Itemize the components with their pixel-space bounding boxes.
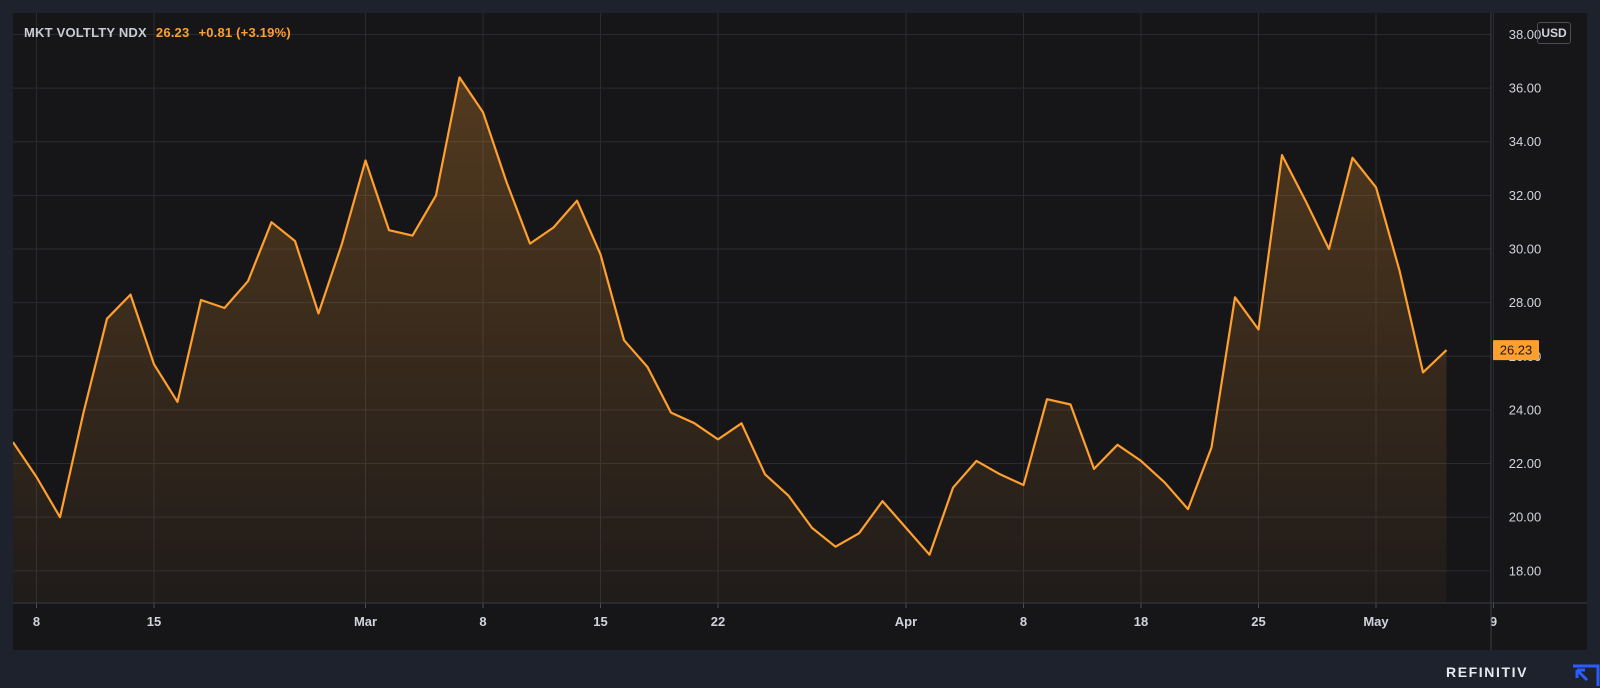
data-point [1234, 296, 1236, 298]
data-point [1351, 157, 1353, 159]
y-tick-label: 22.00 [1509, 456, 1542, 471]
data-point [1116, 444, 1118, 446]
series-area [13, 77, 1447, 603]
x-tick-label: 15 [147, 614, 161, 629]
y-tick-label: 34.00 [1509, 134, 1542, 149]
data-point [1281, 154, 1283, 156]
data-point [341, 242, 343, 244]
data-point [1422, 371, 1424, 373]
data-point [764, 473, 766, 475]
data-point [717, 438, 719, 440]
x-tick-label: 15 [593, 614, 607, 629]
data-point [1187, 508, 1189, 510]
data-point [388, 229, 390, 231]
data-point [881, 500, 883, 502]
data-point [294, 240, 296, 242]
brand-name: REFINITIV [1446, 664, 1529, 680]
legend-change: +0.81 (+3.19%) [198, 25, 291, 40]
data-point [1022, 484, 1024, 486]
y-tick-label: 32.00 [1509, 188, 1542, 203]
data-point [1375, 186, 1377, 188]
data-point [1257, 328, 1259, 330]
y-tick-label: 20.00 [1509, 510, 1542, 525]
data-point [1445, 349, 1447, 351]
data-point [35, 476, 37, 478]
data-point [1093, 468, 1095, 470]
data-point [1140, 460, 1142, 462]
data-point [670, 411, 672, 413]
data-point [1069, 403, 1071, 405]
data-point [834, 545, 836, 547]
data-point [411, 234, 413, 236]
data-point [247, 280, 249, 282]
data-point [129, 293, 131, 295]
data-point [1304, 200, 1306, 202]
data-point [599, 253, 601, 255]
data-point [59, 516, 61, 518]
data-point [646, 366, 648, 368]
x-tick-label: May [1363, 614, 1389, 629]
data-point [223, 307, 225, 309]
data-point [482, 111, 484, 113]
y-tick-label: 28.00 [1509, 295, 1542, 310]
x-tick-label: 8 [1020, 614, 1027, 629]
x-tick-label: 25 [1251, 614, 1265, 629]
data-point [1328, 248, 1330, 250]
data-point [1398, 269, 1400, 271]
x-tick-label: Mar [354, 614, 377, 629]
data-point [529, 242, 531, 244]
data-point [364, 159, 366, 161]
data-point [153, 363, 155, 365]
y-tick-label: 24.00 [1509, 402, 1542, 417]
y-tick-label: 36.00 [1509, 81, 1542, 96]
data-point [1210, 446, 1212, 448]
data-point [576, 200, 578, 202]
data-point [952, 486, 954, 488]
data-point [928, 554, 930, 556]
data-point [858, 532, 860, 534]
y-tick-label: 18.00 [1509, 563, 1542, 578]
line-chart[interactable]: 18.0020.0022.0024.0026.0028.0030.0032.00… [13, 13, 1587, 650]
data-point [176, 401, 178, 403]
x-tick-label: 18 [1134, 614, 1148, 629]
data-point [270, 221, 272, 223]
data-point [740, 422, 742, 424]
data-point [1046, 398, 1048, 400]
data-point [787, 495, 789, 497]
data-point [200, 299, 202, 301]
legend-symbol: MKT VOLTLTY NDX [24, 25, 147, 40]
chart-legend: MKT VOLTLTY NDX 26.23 +0.81 (+3.19%) [24, 25, 291, 40]
data-point [1163, 481, 1165, 483]
x-tick-label: Apr [895, 614, 917, 629]
y-tick-label: 30.00 [1509, 242, 1542, 257]
data-point [811, 527, 813, 529]
refinitiv-logo-icon [1573, 664, 1600, 686]
x-tick-label: 8 [33, 614, 40, 629]
data-point [552, 226, 554, 228]
x-tick-label: 22 [711, 614, 725, 629]
data-point [693, 422, 695, 424]
price-label: 26.23 [1500, 343, 1533, 358]
data-point [999, 473, 1001, 475]
data-point [905, 527, 907, 529]
data-point [317, 312, 319, 314]
legend-value: 26.23 [155, 25, 190, 40]
data-point [458, 76, 460, 78]
data-point [623, 339, 625, 341]
data-point [505, 181, 507, 183]
data-point [435, 194, 437, 196]
currency-badge[interactable]: USD [1537, 22, 1571, 44]
data-point [106, 318, 108, 320]
data-point [82, 411, 84, 413]
x-tick-label: 8 [479, 614, 486, 629]
data-point [975, 460, 977, 462]
chart-panel: 18.0020.0022.0024.0026.0028.0030.0032.00… [13, 13, 1587, 650]
